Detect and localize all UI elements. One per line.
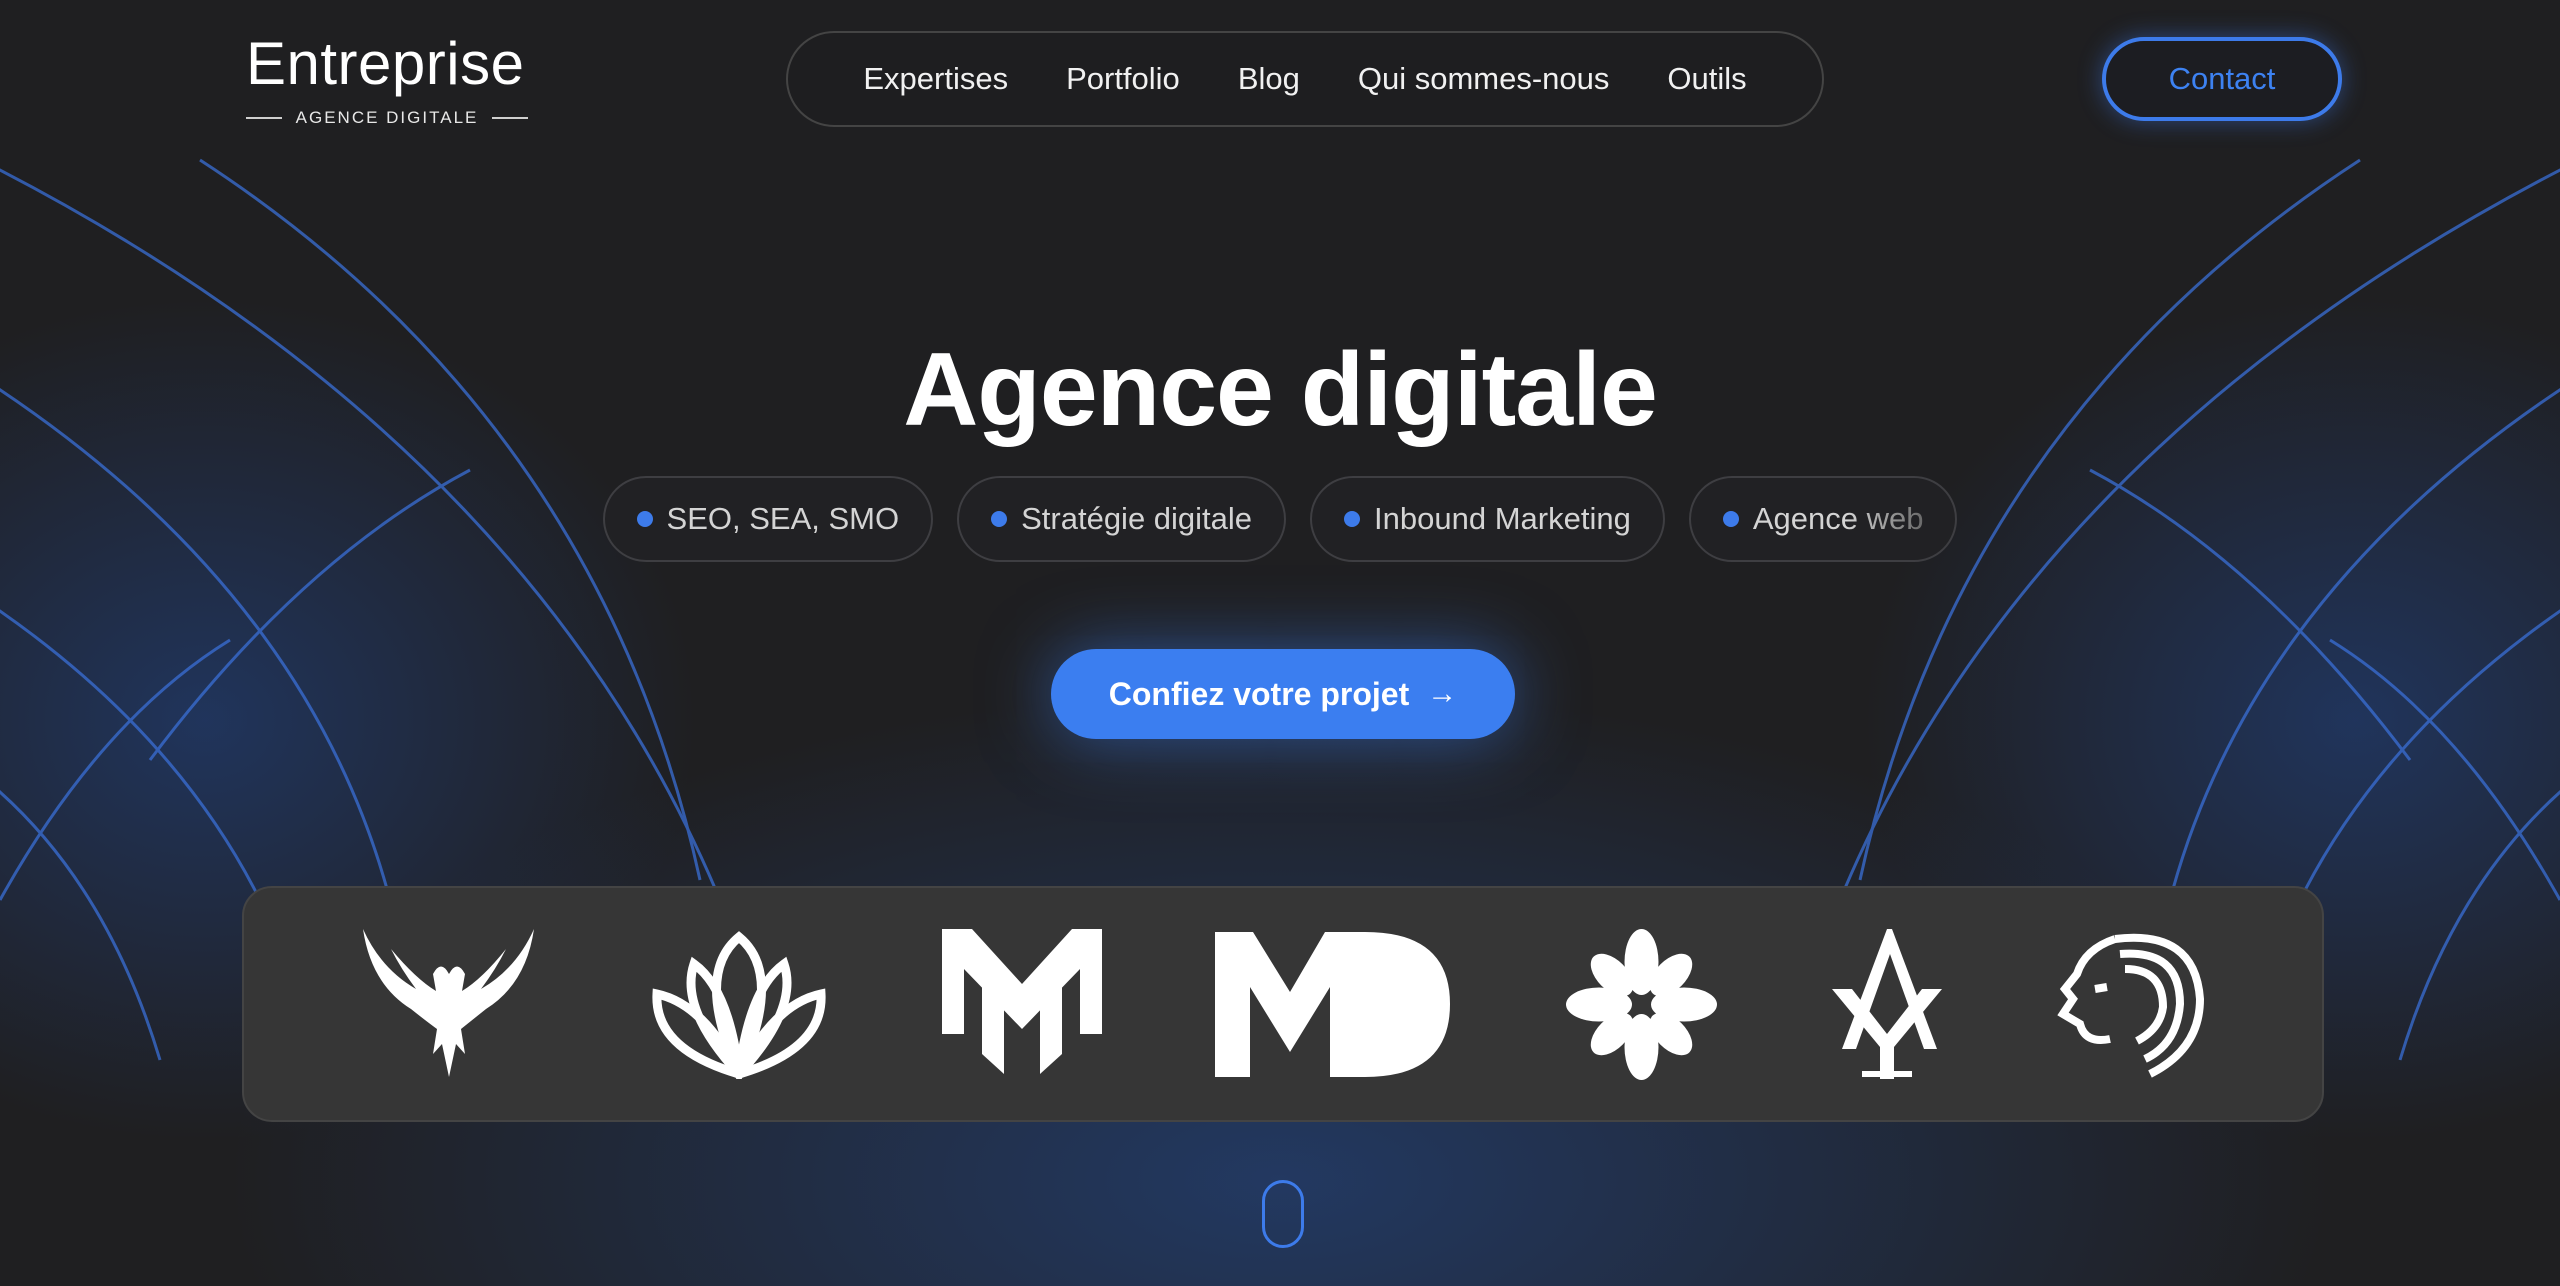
hero-title: Agence digitale	[903, 332, 1658, 448]
logo-tagline-text: AGENCE DIGITALE	[295, 108, 479, 127]
md-monogram-logo	[1215, 924, 1451, 1084]
nav-item-blog[interactable]: Blog	[1238, 61, 1300, 97]
tag-label: Inbound Marketing	[1374, 501, 1631, 536]
eagle-logo	[361, 924, 536, 1084]
service-tags: SEO, SEA, SMO Stratégie digitale Inbound…	[0, 476, 2560, 562]
nav-item-portfolio[interactable]: Portfolio	[1066, 61, 1180, 97]
nav-item-qui-sommes-nous[interactable]: Qui sommes-nous	[1358, 61, 1610, 97]
scroll-indicator[interactable]	[1262, 1180, 1304, 1248]
bullet-dot-icon	[1344, 511, 1361, 527]
lotus-logo	[649, 924, 829, 1084]
bullet-dot-icon	[636, 511, 653, 527]
lion-logo	[2055, 924, 2205, 1084]
tag-seo[interactable]: SEO, SEA, SMO	[602, 476, 934, 562]
page: Entreprise AGENCE DIGITALE Expertises Po…	[0, 0, 2560, 1286]
tag-strategie[interactable]: Stratégie digitale	[957, 476, 1287, 562]
arrow-right-icon: →	[1427, 677, 1458, 710]
bullet-dot-icon	[1722, 511, 1739, 527]
logo-tagline: AGENCE DIGITALE	[246, 108, 528, 128]
cta-label: Confiez votre projet	[1108, 675, 1410, 712]
mm-monogram-logo	[942, 924, 1103, 1084]
contact-button[interactable]: Contact	[2102, 37, 2342, 121]
tag-agence-web[interactable]: Agence web	[1688, 476, 1958, 562]
brand-logo[interactable]: Entreprise AGENCE DIGITALE	[246, 30, 528, 128]
tagline-rule-left	[246, 117, 282, 119]
flower-logo	[1564, 924, 1719, 1084]
cta-button[interactable]: Confiez votre projet →	[1051, 649, 1515, 739]
tag-label: Agence web	[1752, 501, 1924, 536]
tag-inbound[interactable]: Inbound Marketing	[1310, 476, 1665, 562]
client-logo-strip	[242, 886, 2324, 1122]
tag-label: Stratégie digitale	[1021, 501, 1253, 536]
nav-item-expertises[interactable]: Expertises	[863, 61, 1008, 97]
tag-label: SEO, SEA, SMO	[666, 501, 900, 536]
logo-name: Entreprise	[246, 30, 525, 97]
nav-item-outils[interactable]: Outils	[1667, 61, 1746, 97]
main-nav: Expertises Portfolio Blog Qui sommes-nou…	[786, 31, 1824, 127]
tagline-rule-right	[492, 117, 528, 119]
ay-monogram-logo	[1832, 924, 1943, 1084]
bullet-dot-icon	[991, 511, 1008, 527]
